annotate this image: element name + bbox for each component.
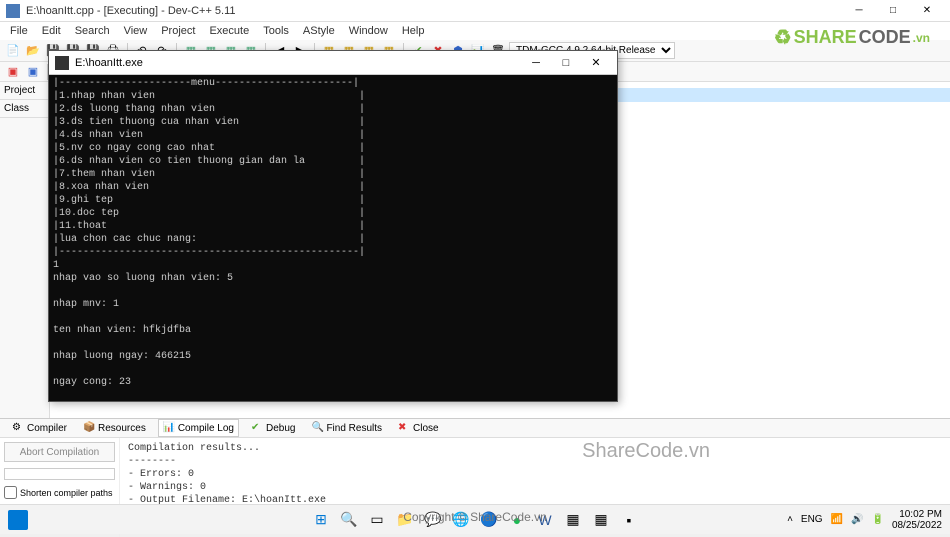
battery-icon[interactable]: 🔋 xyxy=(871,514,883,525)
console-close-button[interactable]: ✕ xyxy=(581,53,611,73)
start-icon[interactable]: ⊞ xyxy=(310,509,332,531)
app-icon xyxy=(6,4,20,18)
log-tab-icon: 📊 xyxy=(163,422,175,434)
bottom-tabs: ⚙Compiler 📦Resources 📊Compile Log ✔Debug… xyxy=(0,419,950,438)
wifi-icon[interactable]: 📶 xyxy=(831,514,843,525)
menu-astyle[interactable]: AStyle xyxy=(297,24,341,38)
sidebar: Project Class xyxy=(0,82,50,418)
close-tab-icon: ✖ xyxy=(398,422,410,434)
goto-icon[interactable]: ▣ xyxy=(4,63,22,81)
task-view-icon[interactable]: ▭ xyxy=(366,509,388,531)
tab-project[interactable]: Project xyxy=(0,82,49,100)
tab-resources[interactable]: 📦Resources xyxy=(79,420,150,436)
console-window: E:\hoanItt.exe ─ □ ✕ |------------------… xyxy=(48,50,618,402)
widgets-icon[interactable] xyxy=(8,510,28,530)
maximize-button[interactable]: □ xyxy=(876,0,910,22)
terminal-icon[interactable]: ▪ xyxy=(618,509,640,531)
menu-project[interactable]: Project xyxy=(155,24,201,38)
menu-help[interactable]: Help xyxy=(396,24,431,38)
console-maximize-button[interactable]: □ xyxy=(551,53,581,73)
menu-window[interactable]: Window xyxy=(343,24,394,38)
menu-execute[interactable]: Execute xyxy=(203,24,255,38)
compiler-tab-icon: ⚙ xyxy=(12,422,24,434)
compile-progress xyxy=(4,468,115,480)
bookmark-icon[interactable]: ▣ xyxy=(24,63,42,81)
copyright-text: Copyright © ShareCode.vn xyxy=(403,510,547,524)
close-button[interactable]: ✕ xyxy=(910,0,944,22)
tray-lang[interactable]: ENG xyxy=(801,514,823,525)
watermark-text: ShareCode.vn xyxy=(582,440,710,463)
abort-compilation-button[interactable]: Abort Compilation xyxy=(4,442,115,462)
menu-file[interactable]: File xyxy=(4,24,34,38)
recycle-icon: ♻ xyxy=(774,25,792,50)
new-file-icon[interactable]: 📄 xyxy=(4,42,22,60)
console-title-text: E:\hoanItt.exe xyxy=(75,57,521,69)
menu-search[interactable]: Search xyxy=(69,24,116,38)
console-minimize-button[interactable]: ─ xyxy=(521,53,551,73)
ide-titlebar: E:\hoanItt.cpp - [Executing] - Dev-C++ 5… xyxy=(0,0,950,22)
search-icon[interactable]: 🔍 xyxy=(338,509,360,531)
menu-tools[interactable]: Tools xyxy=(257,24,295,38)
watermark-logo: ♻ SHARECODE.vn xyxy=(774,25,930,50)
volume-icon[interactable]: 🔊 xyxy=(851,514,863,525)
minimize-button[interactable]: ─ xyxy=(842,0,876,22)
tab-find-results[interactable]: 🔍Find Results xyxy=(307,420,386,436)
system-tray: ˄ ENG 📶 🔊 🔋 10:02 PM 08/25/2022 xyxy=(787,509,942,531)
devcpp-taskbar-icon[interactable]: ▦ xyxy=(590,509,612,531)
console-titlebar[interactable]: E:\hoanItt.exe ─ □ ✕ xyxy=(49,51,617,75)
tab-compile-log[interactable]: 📊Compile Log xyxy=(158,419,239,437)
tray-clock[interactable]: 10:02 PM 08/25/2022 xyxy=(892,509,942,531)
console-app-icon xyxy=(55,56,69,70)
tab-compiler[interactable]: ⚙Compiler xyxy=(8,420,71,436)
menu-view[interactable]: View xyxy=(118,24,154,38)
tray-chevron-icon[interactable]: ˄ xyxy=(787,514,793,525)
console-output[interactable]: |----------------------menu-------------… xyxy=(49,75,617,401)
shorten-paths-checkbox[interactable]: Shorten compiler paths xyxy=(4,486,115,499)
bottom-panel: ⚙Compiler 📦Resources 📊Compile Log ✔Debug… xyxy=(0,418,950,518)
debug-tab-icon: ✔ xyxy=(251,422,263,434)
menu-edit[interactable]: Edit xyxy=(36,24,67,38)
tab-classes[interactable]: Class xyxy=(0,100,49,118)
window-title: E:\hoanItt.cpp - [Executing] - Dev-C++ 5… xyxy=(26,5,842,17)
find-tab-icon: 🔍 xyxy=(311,422,323,434)
resources-tab-icon: 📦 xyxy=(83,422,95,434)
tab-close[interactable]: ✖Close xyxy=(394,420,443,436)
open-icon[interactable]: 📂 xyxy=(24,42,42,60)
tab-debug[interactable]: ✔Debug xyxy=(247,420,299,436)
app-icon-1[interactable]: ▦ xyxy=(562,509,584,531)
